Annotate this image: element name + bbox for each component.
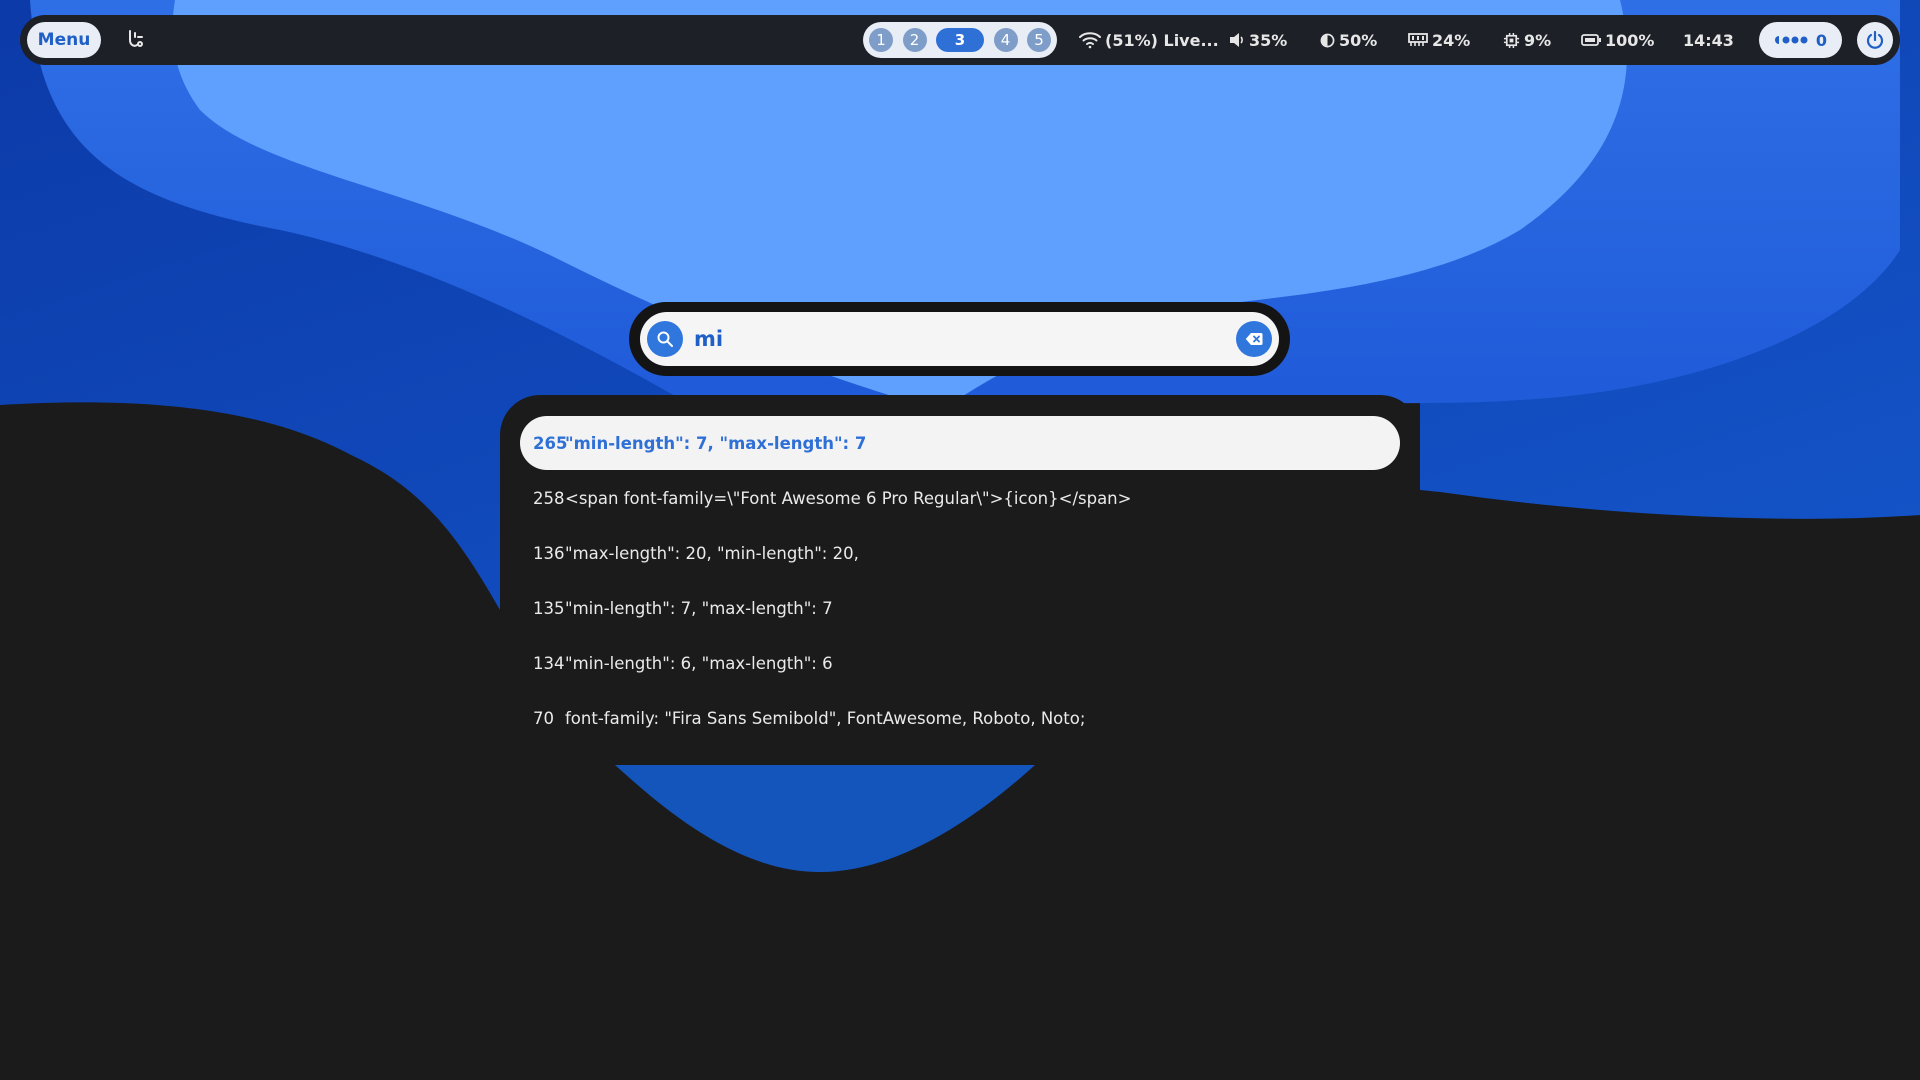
flask-icon[interactable] bbox=[123, 28, 147, 52]
top-bar: Menu 1 2 3 4 5 (51%) Live... 35% 50% 24%… bbox=[20, 15, 1900, 65]
result-text: <span font-family=\"Font Awesome 6 Pro R… bbox=[565, 488, 1132, 508]
result-item[interactable]: 70 font-family: "Fira Sans Semibold", Fo… bbox=[520, 691, 1400, 745]
cpu-icon bbox=[1503, 32, 1520, 48]
brightness-icon bbox=[1320, 33, 1335, 47]
volume-label: 35% bbox=[1249, 30, 1288, 50]
cpu-status[interactable]: 9% bbox=[1503, 15, 1551, 65]
battery-status[interactable]: 100% bbox=[1581, 15, 1654, 65]
workspace-1[interactable]: 1 bbox=[869, 28, 893, 52]
memory-status[interactable]: 24% bbox=[1408, 15, 1470, 65]
brightness-status[interactable]: 50% bbox=[1320, 15, 1377, 65]
result-number: 265 bbox=[533, 433, 568, 453]
backspace-icon[interactable] bbox=[1236, 321, 1272, 357]
result-number: 136 bbox=[533, 543, 565, 563]
dots-icon bbox=[1774, 36, 1808, 44]
menu-button[interactable]: Menu bbox=[27, 22, 101, 58]
result-item[interactable]: 258 <span font-family=\"Font Awesome 6 P… bbox=[520, 471, 1400, 525]
workspace-switcher: 1 2 3 4 5 bbox=[863, 22, 1057, 58]
clock-label: 14:43 bbox=[1683, 30, 1734, 50]
network-status[interactable]: (51%) Live... bbox=[1079, 15, 1219, 65]
cpu-label: 9% bbox=[1524, 30, 1552, 50]
battery-icon bbox=[1581, 34, 1601, 46]
network-label: (51%) Live... bbox=[1105, 30, 1219, 50]
clock[interactable]: 14:43 bbox=[1683, 15, 1734, 65]
wifi-icon bbox=[1079, 32, 1101, 49]
workspace-4[interactable]: 4 bbox=[993, 28, 1018, 52]
result-item[interactable]: 135 "min-length": 7, "max-length": 7 bbox=[520, 581, 1400, 635]
workspace-2[interactable]: 2 bbox=[902, 28, 927, 52]
result-text: "min-length": 6, "max-length": 6 bbox=[565, 653, 833, 673]
brightness-label: 50% bbox=[1339, 30, 1378, 50]
result-text: "max-length": 20, "min-length": 20, bbox=[565, 543, 859, 563]
result-number: 70 bbox=[533, 708, 554, 728]
result-item[interactable]: 265 "min-length": 7, "max-length": 7 bbox=[520, 416, 1400, 470]
notifications-button[interactable]: 0 bbox=[1759, 22, 1842, 58]
result-number: 258 bbox=[533, 488, 565, 508]
search-query[interactable]: mi bbox=[694, 322, 723, 356]
notification-count: 0 bbox=[1815, 30, 1828, 50]
result-text: "min-length": 7, "max-length": 7 bbox=[565, 598, 833, 618]
result-number: 134 bbox=[533, 653, 565, 673]
search-icon[interactable] bbox=[647, 321, 683, 357]
speaker-icon bbox=[1230, 33, 1243, 47]
workspace-5[interactable]: 5 bbox=[1027, 28, 1051, 52]
search-input[interactable] bbox=[640, 312, 1279, 366]
result-number: 135 bbox=[533, 598, 565, 618]
workspace-3[interactable]: 3 bbox=[936, 28, 984, 52]
desktop: Menu 1 2 3 4 5 (51%) Live... 35% 50% 24%… bbox=[0, 0, 1920, 1080]
power-button[interactable] bbox=[1857, 22, 1893, 58]
battery-label: 100% bbox=[1605, 30, 1655, 50]
memory-icon bbox=[1408, 33, 1428, 46]
power-icon bbox=[1866, 30, 1884, 49]
result-text: font-family: "Fira Sans Semibold", FontA… bbox=[565, 708, 1086, 728]
result-text: "min-length": 7, "max-length": 7 bbox=[565, 433, 867, 453]
memory-label: 24% bbox=[1432, 30, 1471, 50]
result-item[interactable]: 134 "min-length": 6, "max-length": 6 bbox=[520, 636, 1400, 690]
volume-status[interactable]: 35% bbox=[1229, 15, 1287, 65]
result-item[interactable]: 136 "max-length": 20, "min-length": 20, bbox=[520, 526, 1400, 580]
